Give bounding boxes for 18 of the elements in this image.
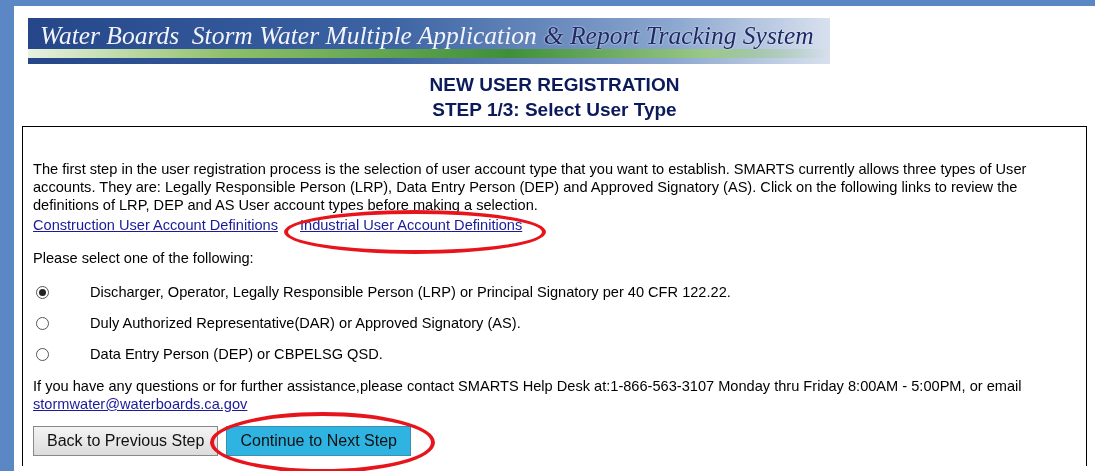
help-text: If you have any questions or for further assistance,please contact SMARTS Help Desk at:1-866-563-3107 Monday thru Friday 8:00AM - 5:00PM, or email	[33, 377, 1023, 395]
option-label: Data Entry Person (DEP) or CBPELSG QSD.	[90, 346, 383, 362]
prompt-text: Please select one of the following:	[33, 249, 255, 267]
radio-button[interactable]	[36, 285, 49, 299]
continue-button[interactable]: Continue to Next Step	[226, 426, 411, 456]
banner-title: & Report Tracking System	[543, 21, 814, 51]
page-heading: STEP 1/3: Select User Type	[432, 98, 677, 122]
definitions-link[interactable]: Construction User Account Definitions	[33, 216, 278, 234]
email-link[interactable]: stormwater@waterboards.ca.gov	[33, 396, 248, 412]
radio-button[interactable]	[36, 316, 49, 330]
radio-button[interactable]	[36, 347, 49, 361]
banner-title: Water Boards Storm Water Multiple Application	[40, 21, 537, 51]
intro-text: The first step in the user registration process is the selection of user account type that you want to establish. SMARTS currently allows three types of User accounts. They are: Legally Responsible Person (LRP), Data Entry Person (DEP) and Approved Signatory (AS). Click on the following links to review the definitions of LRP, DEP and AS User account types before making a selection.	[33, 160, 1028, 214]
option-label: Duly Authorized Representative(DAR) or Approved Signatory (AS).	[90, 315, 521, 331]
back-button[interactable]: Back to Previous Step	[33, 426, 219, 456]
option-label: Discharger, Operator, Legally Responsible Person (LRP) or Principal Signatory per 40 CFR 122.22.	[90, 284, 731, 300]
definitions-link[interactable]: Industrial User Account Definitions	[299, 216, 523, 234]
page-heading: NEW USER REGISTRATION	[429, 73, 680, 97]
